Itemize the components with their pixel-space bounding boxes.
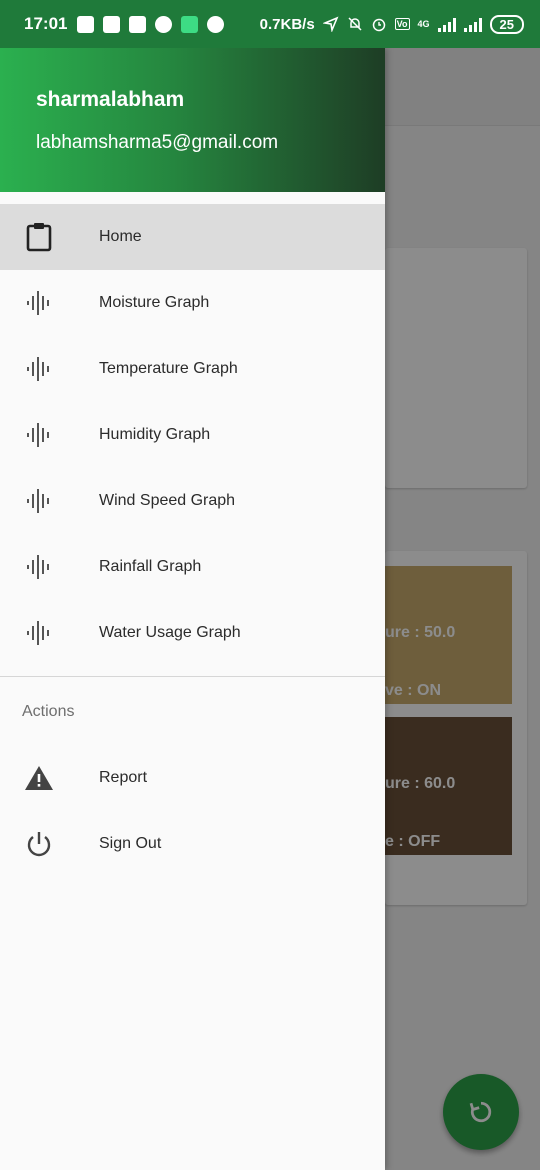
user-name: sharmalabham	[36, 88, 185, 111]
nav-item-rainfall-graph[interactable]: Rainfall Graph	[0, 534, 385, 600]
waveform-icon	[24, 420, 54, 450]
youtube-icon	[129, 15, 147, 33]
alarm-icon	[372, 18, 385, 32]
mute-icon	[348, 17, 362, 31]
signal-icon	[437, 16, 456, 32]
nav-item-label: Rainfall Graph	[99, 558, 202, 575]
clipboard-icon	[24, 222, 54, 252]
actions-menu: Report Sign Out	[0, 745, 385, 877]
messenger-icon	[155, 15, 173, 33]
message-icon	[77, 15, 95, 33]
notification-icons	[77, 15, 225, 33]
waveform-icon	[24, 354, 54, 384]
navigation-drawer: sharmalabham labhamsharma5@gmail.com Hom…	[0, 48, 385, 1170]
nav-item-label: Wind Speed Graph	[99, 492, 236, 509]
status-bar: 17:01 0.7KB/s Vo 4G 25	[0, 0, 540, 48]
nav-item-label: Home	[99, 228, 142, 245]
waveform-icon	[24, 288, 54, 318]
volte-icon: Vo	[394, 18, 410, 30]
drawer-header: sharmalabham labhamsharma5@gmail.com	[0, 48, 385, 192]
youtube-icon	[103, 15, 121, 33]
network-type: 4G	[417, 19, 430, 29]
nav-item-home[interactable]: Home	[0, 204, 385, 270]
waveform-icon	[24, 618, 54, 648]
user-email: labhamsharma5@gmail.com	[36, 132, 279, 153]
status-time: 17:01	[24, 14, 68, 33]
nav-menu: Home Moisture Graph Temperature Graph Hu…	[0, 204, 385, 666]
location-icon	[322, 16, 339, 32]
waveform-icon	[24, 552, 54, 582]
nav-item-label: Sign Out	[99, 835, 162, 852]
nav-item-label: Report	[99, 769, 148, 786]
net-speed: 0.7KB/s	[259, 15, 315, 33]
whatsapp-icon	[207, 15, 225, 33]
nav-item-temperature-graph[interactable]: Temperature Graph	[0, 336, 385, 402]
nav-item-moisture-graph[interactable]: Moisture Graph	[0, 270, 385, 336]
nav-item-water-usage-graph[interactable]: Water Usage Graph	[0, 600, 385, 666]
actions-section-title: Actions	[22, 703, 75, 720]
warning-icon	[24, 763, 54, 793]
waveform-icon	[24, 486, 54, 516]
nav-item-label: Water Usage Graph	[99, 624, 241, 641]
status-right: 0.7KB/s Vo 4G 25	[259, 14, 524, 34]
nav-item-sign-out[interactable]: Sign Out	[0, 811, 385, 877]
nav-item-wind-speed-graph[interactable]: Wind Speed Graph	[0, 468, 385, 534]
battery-indicator: 25	[489, 14, 524, 34]
nav-item-label: Moisture Graph	[99, 294, 210, 311]
nav-item-label: Temperature Graph	[99, 360, 238, 377]
android-icon	[181, 15, 199, 33]
signal-icon	[463, 16, 482, 32]
nav-item-report[interactable]: Report	[0, 745, 385, 811]
power-icon	[24, 829, 54, 859]
menu-divider	[0, 676, 385, 677]
nav-item-label: Humidity Graph	[99, 426, 211, 443]
nav-item-humidity-graph[interactable]: Humidity Graph	[0, 402, 385, 468]
